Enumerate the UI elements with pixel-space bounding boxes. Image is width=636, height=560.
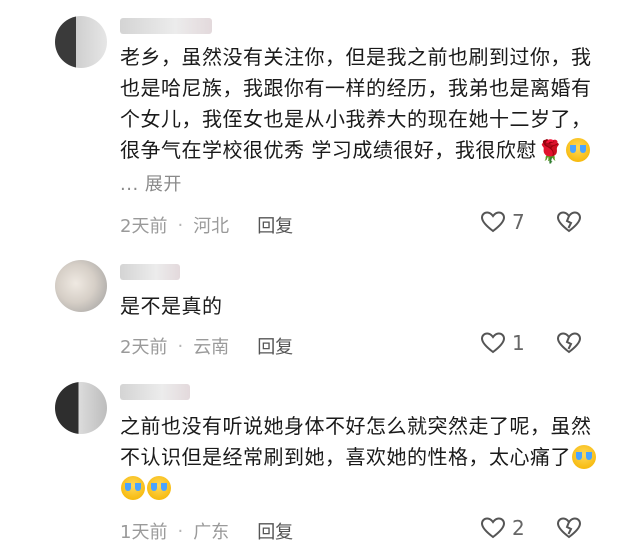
avatar[interactable]: [55, 260, 107, 312]
heart-outline-icon: [480, 332, 506, 354]
reply-button[interactable]: 回复: [257, 333, 293, 359]
comment-text: 是不是真的: [120, 294, 223, 318]
reply-button[interactable]: 回复: [257, 518, 293, 544]
username-blurred[interactable]: [120, 18, 212, 34]
comment-meta: 1天前 · 广东 回复: [120, 518, 293, 544]
crying-face-emoji-icon: [147, 476, 171, 500]
comment-text: 之前也没有听说她身体不好怎么就突然走了呢，虽然不认识但是经常刷到她，喜欢她的性格…: [120, 411, 600, 504]
username-blurred[interactable]: [120, 264, 180, 280]
avatar[interactable]: [55, 16, 107, 68]
comment-location: 云南: [193, 337, 230, 358]
crying-face-emoji-icon: [572, 445, 596, 469]
avatar[interactable]: [55, 382, 107, 434]
comment-location: 河北: [193, 216, 230, 237]
like-button[interactable]: 7: [480, 210, 525, 234]
rose-emoji-icon: 🌹: [536, 140, 565, 165]
broken-heart-icon: [556, 332, 582, 354]
like-button[interactable]: 1: [480, 331, 525, 355]
dislike-button[interactable]: [556, 516, 582, 540]
like-count: 1: [512, 331, 525, 355]
heart-outline-icon: [480, 211, 506, 233]
comment-meta: 2天前 · 云南 回复: [120, 333, 293, 359]
comment-time: 2天前: [120, 337, 168, 358]
like-button[interactable]: 2: [480, 516, 525, 540]
broken-heart-icon: [556, 517, 582, 539]
crying-face-emoji-icon: [565, 138, 590, 162]
comment-location: 广东: [193, 522, 230, 543]
comment-body: 之前也没有听说她身体不好怎么就突然走了呢，虽然不认识但是经常刷到她，喜欢她的性格…: [120, 414, 592, 469]
comment-text: 老乡，虽然没有关注你，但是我之前也刷到过你，我也是哈尼族，我跟你有一样的经历，我…: [120, 42, 600, 200]
crying-face-emoji-icon: [121, 476, 145, 500]
broken-heart-icon: [556, 211, 582, 233]
like-count: 7: [512, 210, 525, 234]
heart-outline-icon: [480, 517, 506, 539]
separator-dot: ·: [177, 335, 184, 357]
comment-meta: 2天前 · 河北 回复: [120, 212, 293, 238]
comment-time: 1天前: [120, 522, 168, 543]
dislike-button[interactable]: [556, 331, 582, 355]
like-count: 2: [512, 516, 525, 540]
comment-body: 老乡，虽然没有关注你，但是我之前也刷到过你，我也是哈尼族，我跟你有一样的经历，我…: [120, 45, 592, 162]
comment-time: 2天前: [120, 216, 168, 237]
dislike-button[interactable]: [556, 210, 582, 234]
reply-button[interactable]: 回复: [257, 212, 293, 238]
separator-dot: ·: [177, 520, 184, 542]
separator-dot: ·: [177, 214, 184, 236]
expand-link[interactable]: ... 展开: [120, 174, 182, 195]
username-blurred[interactable]: [120, 384, 190, 400]
